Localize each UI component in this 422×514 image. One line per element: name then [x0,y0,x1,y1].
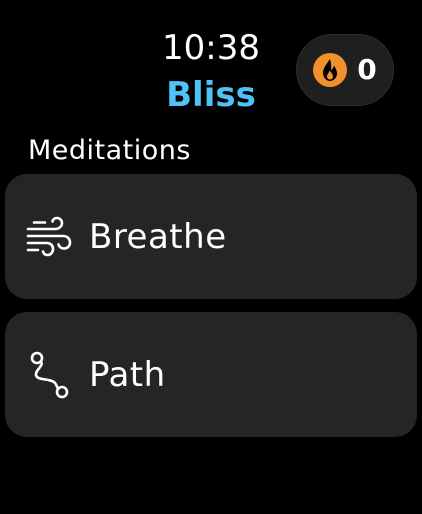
header: 10:38 Bliss 0 [0,0,422,120]
meditation-item-path[interactable]: Path [5,312,417,437]
wind-icon [25,212,75,262]
flame-icon [313,53,348,87]
meditation-label: Breathe [89,216,227,257]
meditation-list: Breathe Path [5,174,417,450]
path-icon [25,350,75,400]
meditation-item-breathe[interactable]: Breathe [5,174,417,299]
streak-count: 0 [357,53,377,86]
streak-badge[interactable]: 0 [296,34,394,106]
section-title: Meditations [28,135,191,166]
meditation-label: Path [89,354,166,395]
